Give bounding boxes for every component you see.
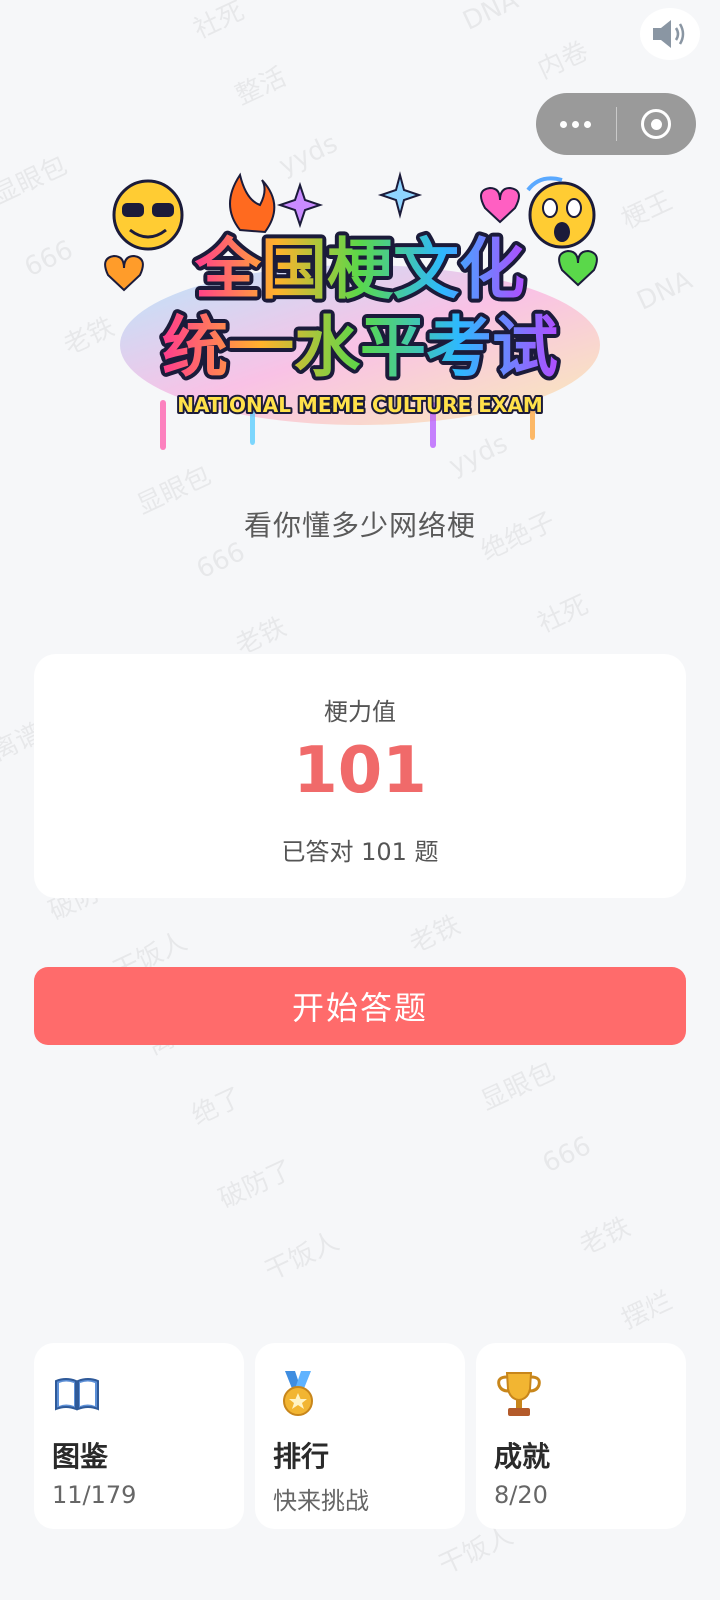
watermark-text: 梗王 — [617, 186, 677, 236]
ranking-card[interactable]: 排行 快来挑战 — [255, 1343, 465, 1529]
sparkle-icon — [276, 181, 324, 229]
close-button[interactable] — [617, 93, 697, 155]
watermark-text: 显眼包 — [0, 150, 72, 211]
watermark-text: 内卷 — [533, 36, 593, 86]
heart-icon — [480, 186, 520, 224]
achievement-progress: 8/20 — [494, 1481, 548, 1509]
achievement-card[interactable]: 成就 8/20 — [476, 1343, 686, 1529]
trophy-icon — [497, 1372, 541, 1416]
page: 社死 DNA 整活 内卷 yyds 梗王 显眼包 666 老铁 DNA 显眼包 … — [0, 0, 720, 1600]
watermark-text: 摆烂 — [617, 1286, 677, 1336]
logo-title-line1: 全国梗文化 — [194, 231, 525, 308]
watermark-text: 666 — [19, 234, 78, 284]
book-icon — [55, 1378, 99, 1411]
watermark-text: 破防了 — [214, 1154, 298, 1215]
watermark-text: 老铁 — [405, 910, 465, 960]
watermark-text: DNA — [458, 0, 523, 37]
mini-program-capsule — [536, 93, 696, 155]
sunglasses-emoji-icon — [112, 179, 184, 251]
sound-button[interactable] — [640, 8, 700, 60]
collection-progress: 11/179 — [52, 1481, 137, 1509]
start-quiz-button[interactable]: 开始答题 — [34, 967, 686, 1045]
logo-title-line2: 统一水平考试 — [162, 309, 558, 386]
exam-logo: 全国梗文化 统一水平考试 NATIONAL MEME CULTURE EXAM — [100, 170, 620, 470]
collection-title: 图鉴 — [52, 1440, 109, 1473]
scream-emoji-icon — [526, 176, 596, 249]
watermark-text: 社死 — [533, 590, 593, 640]
speaker-icon — [653, 20, 685, 48]
ranking-title: 排行 — [273, 1440, 330, 1473]
sparkle-icon — [377, 171, 423, 219]
watermark-text: 显眼包 — [476, 1056, 560, 1117]
logo-english-line: NATIONAL MEME CULTURE EXAM — [177, 393, 543, 417]
watermark-text: 整活 — [231, 62, 291, 112]
watermark-text: 666 — [537, 1130, 596, 1180]
watermark-text: 绝了 — [187, 1082, 247, 1132]
graffiti-logo: 全国梗文化 统一水平考试 NATIONAL MEME CULTURE EXAM — [104, 171, 600, 450]
watermark-text: 666 — [191, 536, 250, 586]
collection-card[interactable]: 图鉴 11/179 — [34, 1343, 244, 1529]
watermark-text: 老铁 — [575, 1212, 635, 1262]
achievement-title: 成就 — [494, 1440, 551, 1473]
watermark-text: DNA — [632, 265, 697, 317]
score-label: 梗力值 — [324, 698, 396, 726]
subtitle: 看你懂多少网络梗 — [243, 509, 476, 542]
close-target-icon — [641, 109, 672, 139]
heart-icon — [104, 254, 144, 292]
medal-icon — [283, 1371, 313, 1416]
more-button[interactable] — [536, 93, 616, 155]
watermark-text: 干饭人 — [260, 1226, 344, 1287]
fire-icon — [229, 172, 276, 234]
ranking-subtitle: 快来挑战 — [273, 1487, 369, 1515]
answered-count: 已答对 101 题 — [281, 838, 439, 866]
more-icon — [560, 120, 592, 128]
score-card: 梗力值 101 已答对 101 题 — [34, 654, 686, 898]
score-value: 101 — [293, 734, 427, 808]
watermark-text: 社死 — [189, 0, 249, 46]
heart-icon — [558, 249, 598, 287]
